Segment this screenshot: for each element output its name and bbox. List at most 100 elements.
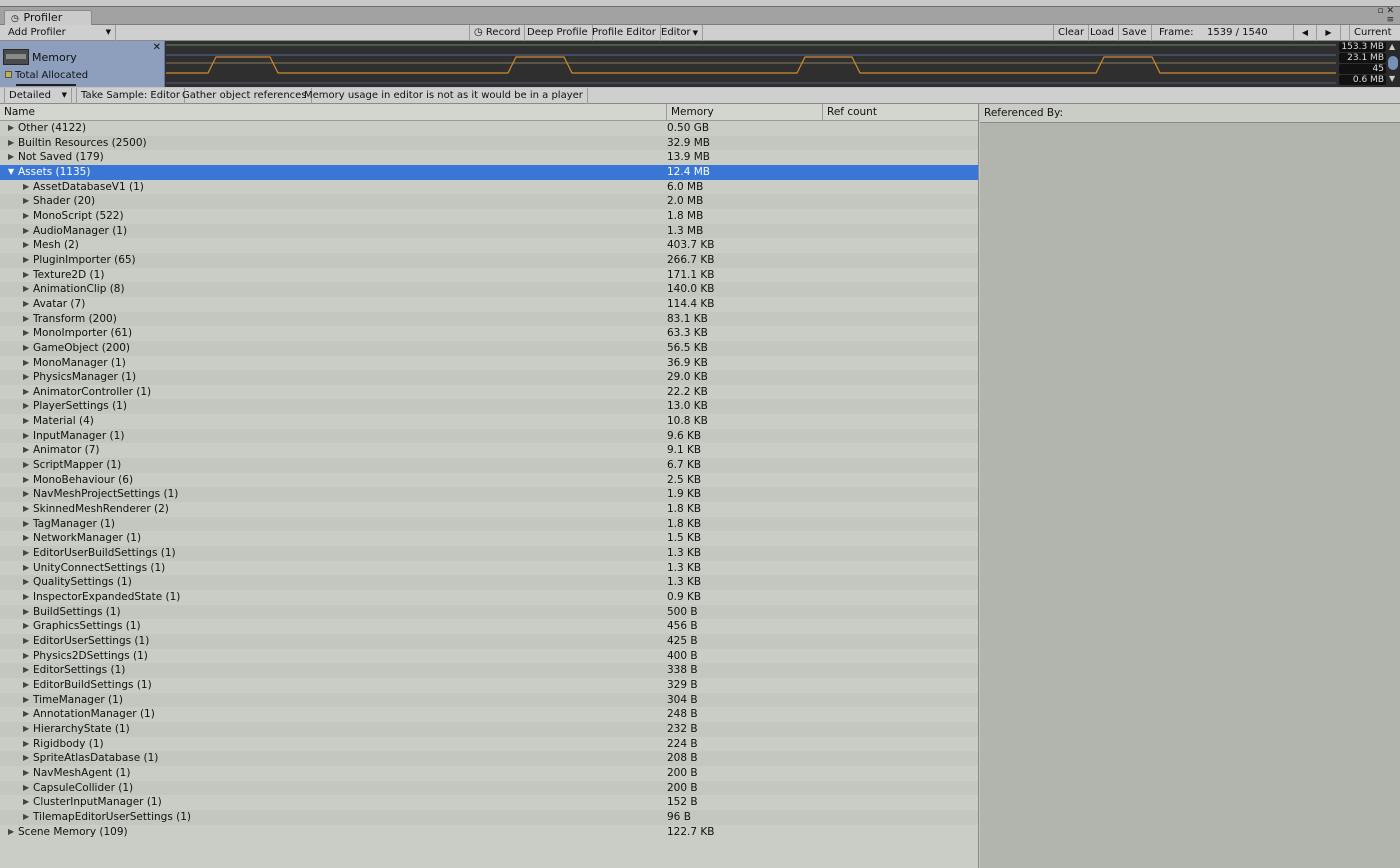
tree-row[interactable]: ▶ PlayerSettings (1) 13.0 KB bbox=[0, 399, 978, 415]
tree-row[interactable]: ▶ AnnotationManager (1) 248 B bbox=[0, 707, 978, 722]
triangle-right-icon[interactable]: ▶ bbox=[23, 766, 29, 781]
scroll-down-icon[interactable]: ▼ bbox=[1389, 74, 1395, 83]
clear-button[interactable]: Clear bbox=[1053, 25, 1090, 41]
tree-row[interactable]: ▶ EditorUserSettings (1) 425 B bbox=[0, 633, 978, 649]
triangle-right-icon[interactable]: ▶ bbox=[23, 238, 29, 253]
triangle-right-icon[interactable]: ▶ bbox=[23, 385, 29, 400]
scroll-up-icon[interactable]: ▲ bbox=[1389, 42, 1395, 51]
column-memory[interactable]: Memory bbox=[667, 104, 823, 121]
prev-frame-button[interactable]: ◀ bbox=[1293, 25, 1317, 41]
triangle-right-icon[interactable]: ▶ bbox=[23, 590, 29, 605]
triangle-right-icon[interactable]: ▶ bbox=[23, 326, 29, 341]
tree-row[interactable]: ▶ AnimatorController (1) 22.2 KB bbox=[0, 384, 978, 400]
tree-row[interactable]: ▼ Assets (1135) 12.4 MB bbox=[0, 164, 978, 180]
triangle-right-icon[interactable]: ▶ bbox=[8, 136, 14, 151]
triangle-right-icon[interactable]: ▶ bbox=[23, 781, 29, 796]
view-mode-dropdown[interactable]: Detailed ▼ bbox=[4, 88, 72, 104]
tree-row[interactable]: ▶ MonoBehaviour (6) 2.5 KB bbox=[0, 472, 978, 488]
tree-row[interactable]: ▶ GameObject (200) 56.5 KB bbox=[0, 340, 978, 356]
tree-row[interactable]: ▶ AnimationClip (8) 140.0 KB bbox=[0, 282, 978, 297]
triangle-right-icon[interactable]: ▶ bbox=[23, 605, 29, 620]
tree-row[interactable]: ▶ Scene Memory (109) 122.7 KB bbox=[0, 824, 978, 840]
triangle-right-icon[interactable]: ▶ bbox=[23, 253, 29, 268]
add-profiler-dropdown[interactable]: Add Profiler ▼ bbox=[4, 25, 116, 41]
triangle-right-icon[interactable]: ▶ bbox=[23, 561, 29, 576]
triangle-right-icon[interactable]: ▶ bbox=[23, 722, 29, 737]
tree-row[interactable]: ▶ Texture2D (1) 171.1 KB bbox=[0, 267, 978, 283]
triangle-down-icon[interactable]: ▼ bbox=[8, 165, 14, 180]
triangle-right-icon[interactable]: ▶ bbox=[23, 370, 29, 385]
current-frame-button[interactable]: Current bbox=[1349, 25, 1396, 41]
triangle-right-icon[interactable]: ▶ bbox=[23, 663, 29, 678]
triangle-right-icon[interactable]: ▶ bbox=[23, 414, 29, 429]
tree-row[interactable]: ▶ PhysicsManager (1) 29.0 KB bbox=[0, 370, 978, 385]
triangle-right-icon[interactable]: ▶ bbox=[23, 443, 29, 458]
close-module-icon[interactable]: ✕ bbox=[153, 42, 161, 53]
tree-row[interactable]: ▶ Transform (200) 83.1 KB bbox=[0, 311, 978, 327]
tree-row[interactable]: ▶ Shader (20) 2.0 MB bbox=[0, 194, 978, 209]
triangle-right-icon[interactable]: ▶ bbox=[23, 678, 29, 693]
triangle-right-icon[interactable]: ▶ bbox=[23, 297, 29, 312]
triangle-right-icon[interactable]: ▶ bbox=[23, 194, 29, 209]
triangle-right-icon[interactable]: ▶ bbox=[23, 517, 29, 532]
triangle-right-icon[interactable]: ▶ bbox=[8, 121, 14, 136]
tree-row[interactable]: ▶ HierarchyState (1) 232 B bbox=[0, 721, 978, 737]
maximize-icon[interactable]: ▫ bbox=[1377, 6, 1383, 16]
tree-row[interactable]: ▶ Animator (7) 9.1 KB bbox=[0, 443, 978, 459]
tree-row[interactable]: ▶ EditorBuildSettings (1) 329 B bbox=[0, 677, 978, 693]
tree-row[interactable]: ▶ MonoScript (522) 1.8 MB bbox=[0, 208, 978, 224]
triangle-right-icon[interactable]: ▶ bbox=[23, 180, 29, 195]
triangle-right-icon[interactable]: ▶ bbox=[23, 810, 29, 825]
tree-row[interactable]: ▶ PluginImporter (65) 266.7 KB bbox=[0, 252, 978, 268]
tree-row[interactable]: ▶ Physics2DSettings (1) 400 B bbox=[0, 648, 978, 664]
triangle-right-icon[interactable]: ▶ bbox=[23, 312, 29, 327]
tree-row[interactable]: ▶ InspectorExpandedState (1) 0.9 KB bbox=[0, 590, 978, 605]
graph-scrollbar[interactable]: ▲ ▼ bbox=[1386, 41, 1400, 87]
scroll-knob[interactable] bbox=[1388, 56, 1398, 70]
tree-row[interactable]: ▶ MonoManager (1) 36.9 KB bbox=[0, 355, 978, 371]
triangle-right-icon[interactable]: ▶ bbox=[23, 473, 29, 488]
triangle-right-icon[interactable]: ▶ bbox=[23, 502, 29, 517]
triangle-right-icon[interactable]: ▶ bbox=[23, 546, 29, 561]
tree-row[interactable]: ▶ SpriteAtlasDatabase (1) 208 B bbox=[0, 751, 978, 766]
tree-row[interactable]: ▶ ScriptMapper (1) 6.7 KB bbox=[0, 458, 978, 473]
tree-row[interactable]: ▶ UnityConnectSettings (1) 1.3 KB bbox=[0, 560, 978, 576]
tree-row[interactable]: ▶ GraphicsSettings (1) 456 B bbox=[0, 619, 978, 634]
triangle-right-icon[interactable]: ▶ bbox=[23, 634, 29, 649]
profile-editor-button[interactable]: Profile Editor bbox=[588, 25, 661, 41]
tree-row[interactable]: ▶ MonoImporter (61) 63.3 KB bbox=[0, 326, 978, 341]
triangle-right-icon[interactable]: ▶ bbox=[23, 619, 29, 634]
tree-row[interactable]: ▶ Builtin Resources (2500) 32.9 MB bbox=[0, 135, 978, 151]
tree-row[interactable]: ▶ EditorUserBuildSettings (1) 1.3 KB bbox=[0, 546, 978, 561]
triangle-right-icon[interactable]: ▶ bbox=[23, 737, 29, 752]
tree-row[interactable]: ▶ AudioManager (1) 1.3 MB bbox=[0, 223, 978, 239]
triangle-right-icon[interactable]: ▶ bbox=[23, 356, 29, 371]
tree-row[interactable]: ▶ QualitySettings (1) 1.3 KB bbox=[0, 575, 978, 590]
tree-row[interactable]: ▶ TilemapEditorUserSettings (1) 96 B bbox=[0, 809, 978, 825]
triangle-right-icon[interactable]: ▶ bbox=[23, 458, 29, 473]
save-button[interactable]: Save bbox=[1118, 25, 1152, 41]
column-ref-count[interactable]: Ref count bbox=[823, 104, 978, 121]
tree-row[interactable]: ▶ Material (4) 10.8 KB bbox=[0, 414, 978, 429]
menu-icon[interactable]: ≡ bbox=[1386, 15, 1394, 25]
memory-graph-area[interactable]: Memory ✕ Total Allocated 153.3 MB 23.1 M… bbox=[0, 41, 1400, 87]
tree-row[interactable]: ▶ BuildSettings (1) 500 B bbox=[0, 604, 978, 620]
tree-row[interactable]: ▶ InputManager (1) 9.6 KB bbox=[0, 428, 978, 444]
triangle-right-icon[interactable]: ▶ bbox=[23, 268, 29, 283]
tree-row[interactable]: ▶ Rigidbody (1) 224 B bbox=[0, 736, 978, 752]
editor-target-dropdown[interactable]: Editor ▼ bbox=[657, 25, 703, 41]
legend-item-total-allocated[interactable]: Total Allocated bbox=[5, 70, 88, 81]
triangle-right-icon[interactable]: ▶ bbox=[23, 224, 29, 239]
next-frame-button[interactable]: ▶ bbox=[1317, 25, 1341, 41]
memory-module-panel[interactable]: Memory ✕ Total Allocated bbox=[0, 41, 165, 87]
triangle-right-icon[interactable]: ▶ bbox=[23, 487, 29, 502]
load-button[interactable]: Load bbox=[1086, 25, 1119, 41]
tree-row[interactable]: ▶ ClusterInputManager (1) 152 B bbox=[0, 795, 978, 810]
tree-row[interactable]: ▶ Other (4122) 0.50 GB bbox=[0, 121, 978, 136]
triangle-right-icon[interactable]: ▶ bbox=[8, 825, 14, 840]
tree-row[interactable]: ▶ CapsuleCollider (1) 200 B bbox=[0, 780, 978, 796]
triangle-right-icon[interactable]: ▶ bbox=[23, 399, 29, 414]
tree-row[interactable]: ▶ NavMeshAgent (1) 200 B bbox=[0, 765, 978, 781]
tree-row[interactable]: ▶ SkinnedMeshRenderer (2) 1.8 KB bbox=[0, 502, 978, 517]
tree-row[interactable]: ▶ EditorSettings (1) 338 B bbox=[0, 663, 978, 678]
